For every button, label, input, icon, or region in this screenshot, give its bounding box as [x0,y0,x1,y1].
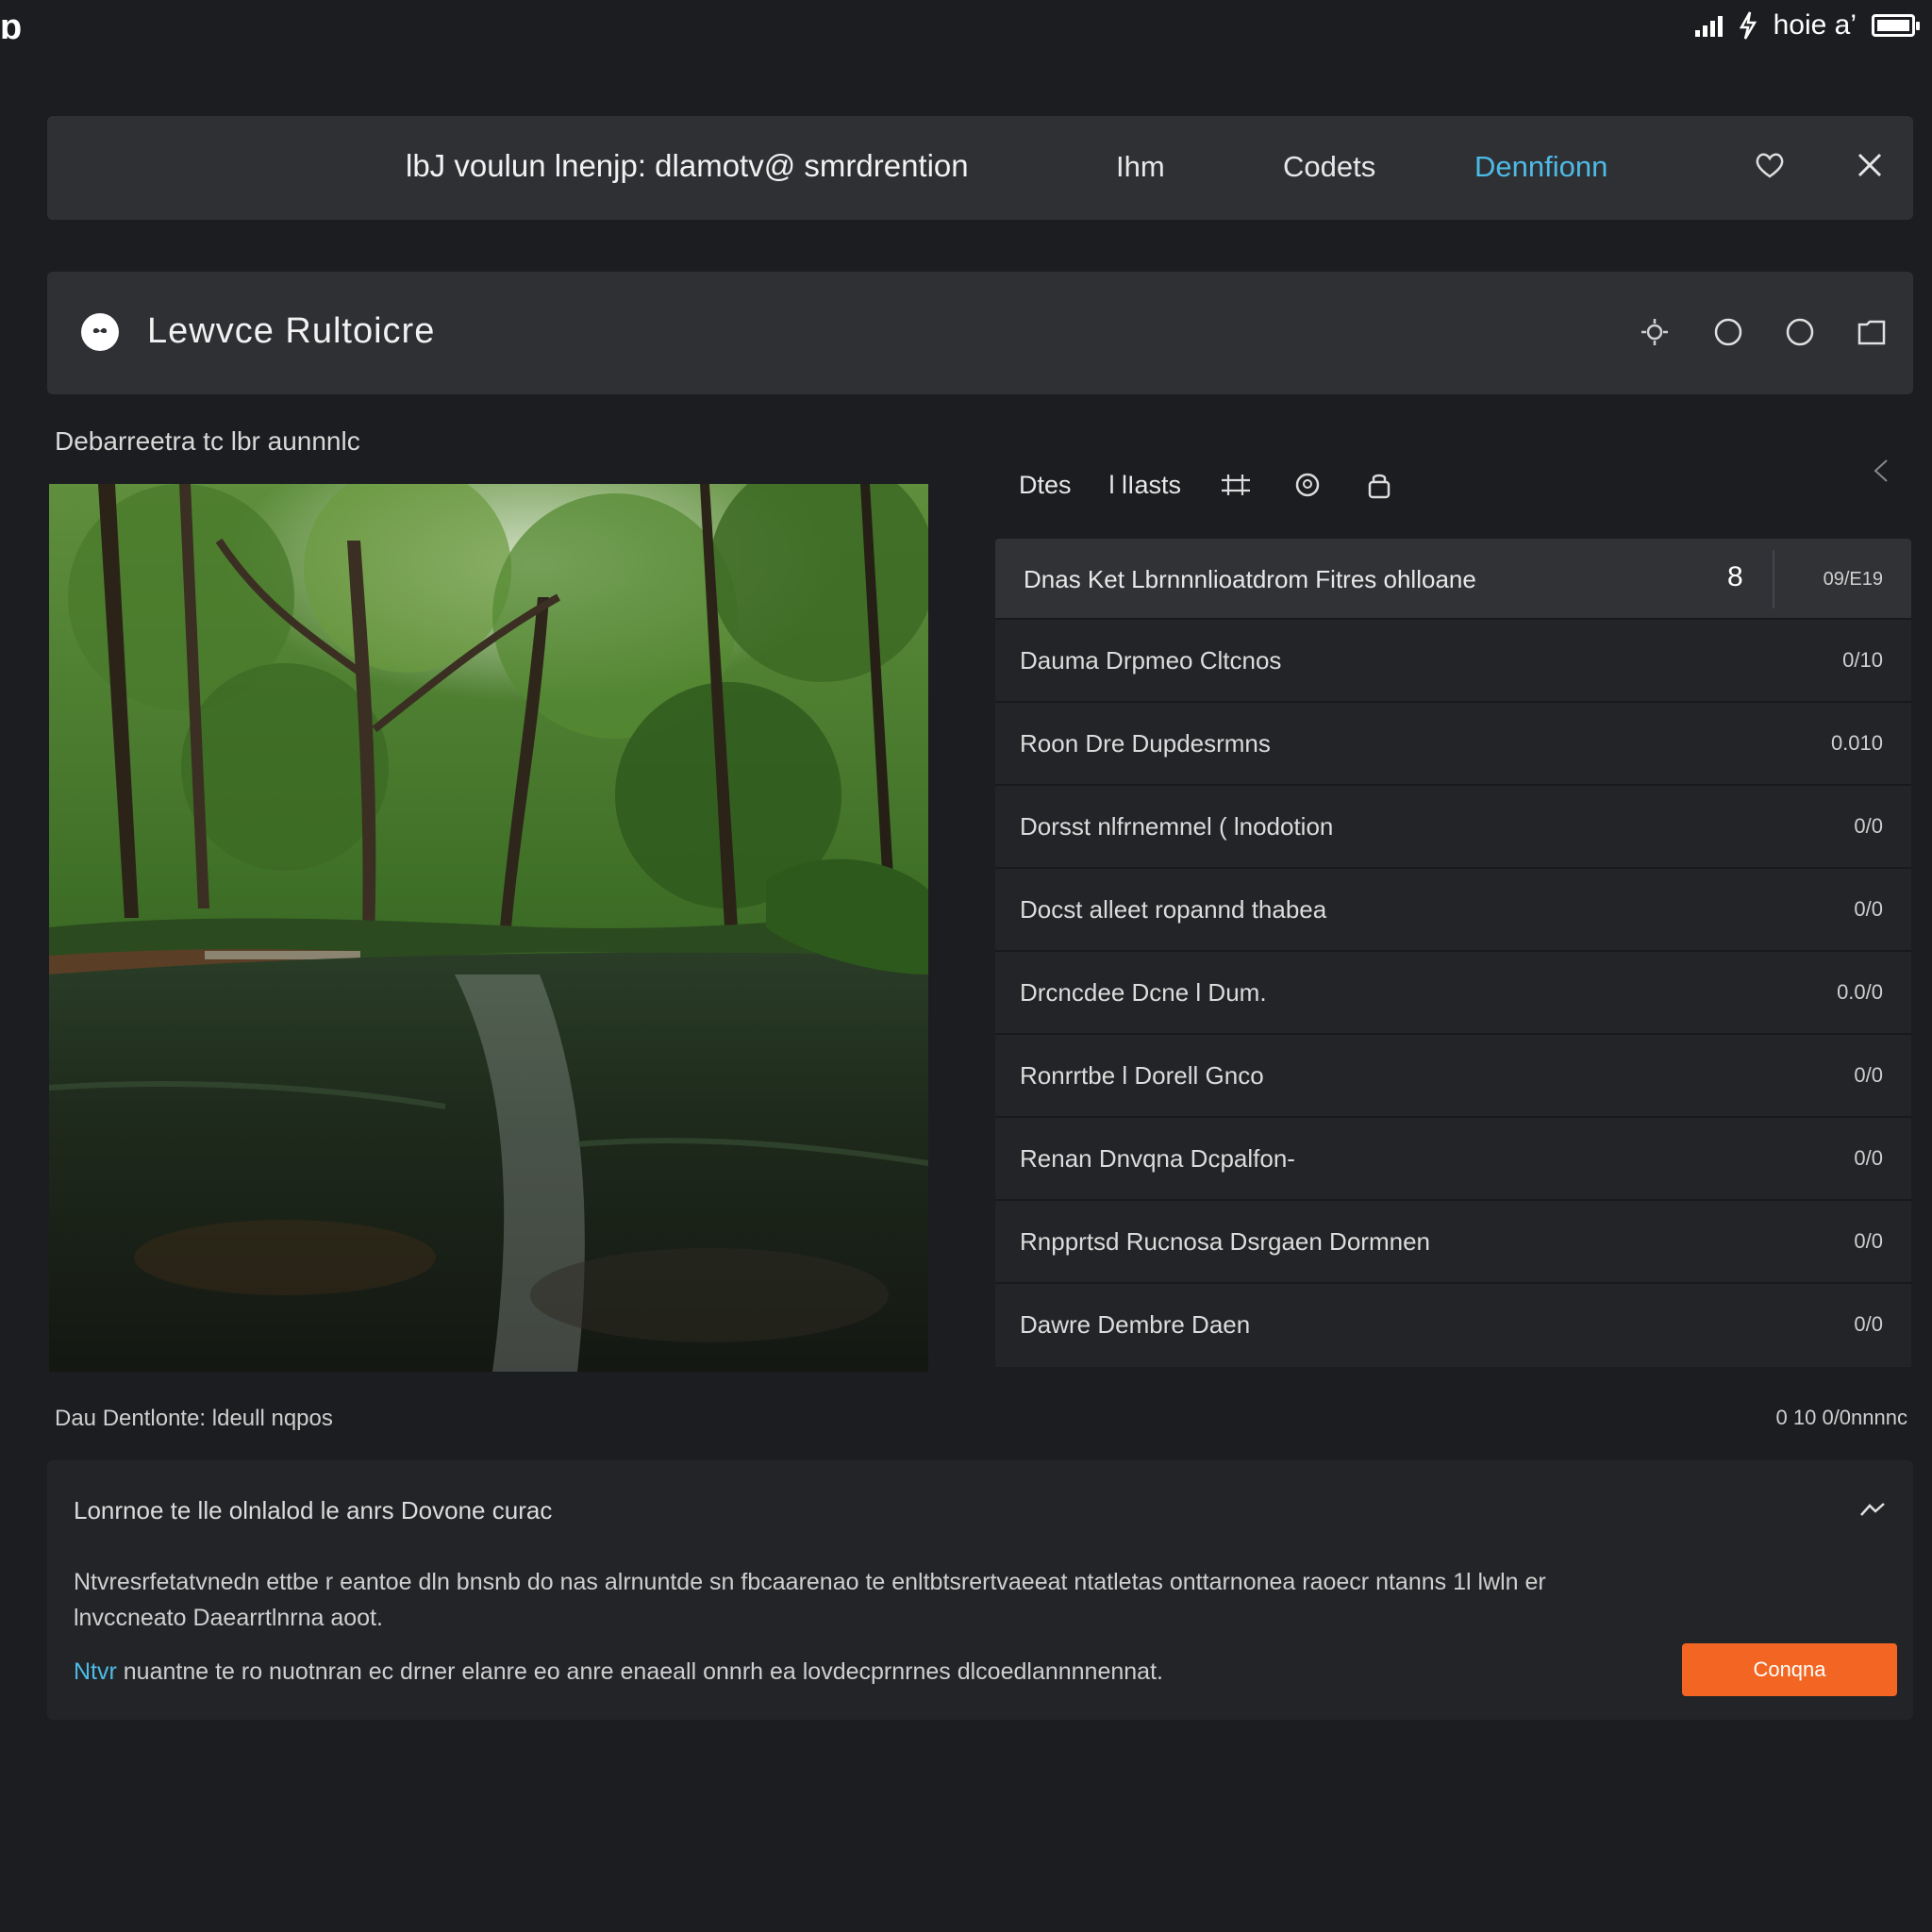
list-item[interactable]: Docst alleet ropannd thabea 0/0 [995,869,1911,952]
list-item-label: Ronrrtbe l Dorell Gnco [1020,1061,1264,1090]
footnote-right: 0 10 0/0nnnnc [1775,1406,1907,1429]
list-item-label: Drcncdee Dcne l Dum. [1020,978,1267,1007]
list-item-label: Rnpprtsd Rucnosa Dsrgaen Dormnen [1020,1227,1430,1256]
tab-lists[interactable]: l lIasts [1109,471,1182,500]
list-item[interactable]: Dauma Drpmeo Cltcnos 0/10 [995,620,1911,703]
close-icon [1857,153,1882,177]
list-item[interactable]: Ronrrtbe l Dorell Gnco 0/0 [995,1035,1911,1118]
list-item-value: 0/0 [1854,1229,1883,1253]
list-item-label: Dauma Drpmeo Cltcnos [1020,646,1282,675]
heart-icon [1756,153,1784,178]
list-item-label: Dawre Dembre Daen [1020,1310,1251,1339]
info-note-text: nuantne te ro nuotnran ec drner elanre e… [116,1658,1163,1685]
info-card: Lonrnoe te lle olnlalod le anrs Dovone c… [47,1460,1913,1720]
image-caption: Debarreetra tc lbr aunnnlc [55,426,360,456]
status-bar: ɒ hoie a’ [0,0,1932,57]
top-navigation-bar: lbJ voulun lnenjp: dlamotv@ smrdrention … [47,116,1913,220]
circle-outline-icon[interactable] [1783,315,1817,349]
list-header-row[interactable]: Dnas Ket Lbrnnnlioatdrom Fitres ohlloane… [995,539,1911,620]
list-item-value: 0/0 [1854,897,1883,921]
panel-tabs: Dtes l lIasts [1019,466,1434,504]
carrier-label: hoie a’ [1773,9,1857,41]
battery-icon [1872,14,1920,37]
location-pin-icon [1295,473,1320,497]
section-header: Lewvce Rultoicre [47,272,1913,394]
list-item-value: 0/0 [1854,1146,1883,1170]
info-card-body: Ntvresrfetatvnedn ettbe r eantoe dln bns… [74,1569,1546,1631]
lock-icon [1368,474,1391,499]
tab-ihm[interactable]: Ihm [1116,150,1165,184]
grid-icon [1222,475,1251,495]
chevron-left-icon[interactable] [1866,457,1894,485]
list-item-label: Renan Dnvqna Dcpalfon- [1020,1144,1295,1173]
list-item-value: 0/0 [1854,1063,1883,1087]
list-item-value: 0/0 [1854,814,1883,838]
footnote-left: Dau Dentlonte: ldeull nqpos [55,1406,333,1431]
info-note-link[interactable]: Ntvr [74,1658,117,1685]
list-item-value: 0/0 [1854,1312,1883,1336]
list-item[interactable]: Renan Dnvqna Dcpalfon- 0/0 [995,1118,1911,1201]
tab-codets[interactable]: Codets [1283,150,1375,184]
settings-icon[interactable] [1638,315,1672,349]
info-card-note: Ntvr nuantne te ro nuotnran ec drner ela… [74,1658,1163,1686]
lock-button[interactable] [1362,468,1396,502]
circle-icon[interactable] [1711,315,1745,349]
list-header-count: 8 [1727,561,1743,592]
list-item-label: Roon Dre Dupdesrmns [1020,729,1271,758]
list-item[interactable]: Rnpprtsd Rucnosa Dsrgaen Dormnen 0/0 [995,1201,1911,1284]
list-item-value: 0.010 [1830,731,1883,755]
page-title: lbJ voulun lnenjp: dlamotv@ smrdrention [406,148,969,183]
leaf-icon [92,327,108,341]
list-item[interactable]: Roon Dre Dupdesrmns 0.010 [995,703,1911,786]
section-logo-icon [81,313,119,351]
list-item-label: Docst alleet ropannd thabea [1020,895,1327,924]
folder-icon[interactable] [1855,315,1889,349]
forest-river-photo [49,484,928,1372]
close-button[interactable] [1851,146,1889,184]
status-indicators: hoie a’ [1694,9,1920,42]
lightning-icon [1739,11,1757,40]
continue-button[interactable]: Conqna [1682,1643,1897,1696]
tab-dtes[interactable]: Dtes [1019,471,1072,500]
attribute-list: Dnas Ket Lbrnnnlioatdrom Fitres ohlloane… [995,539,1911,1367]
list-item[interactable]: Dorsst nlfrnemnel ( lnodotion 0/0 [995,786,1911,869]
list-item[interactable]: Dawre Dembre Daen 0/0 [995,1284,1911,1367]
section-title: Lewvce Rultoicre [147,311,436,351]
list-header-extra: 09/E19 [1823,569,1883,590]
info-card-title: Lonrnoe te lle olnlalod le anrs Dovone c… [74,1496,553,1524]
location-button[interactable] [1291,468,1324,502]
grid-view-button[interactable] [1219,468,1253,502]
signal-strength-icon [1694,14,1723,37]
tab-dennfionn[interactable]: Dennfionn [1474,150,1607,184]
chevron-up-icon[interactable] [1858,1498,1887,1521]
forest-river-image [49,484,928,1372]
list-header-label: Dnas Ket Lbrnnnlioatdrom Fitres ohlloane [1024,565,1476,593]
list-item-value: 0/10 [1842,648,1883,672]
list-item[interactable]: Drcncdee Dcne l Dum. 0.0/0 [995,952,1911,1035]
favorite-button[interactable] [1751,146,1789,184]
list-item-value: 0.0/0 [1837,980,1883,1004]
list-item-label: Dorsst nlfrnemnel ( lnodotion [1020,812,1334,841]
divider [1773,550,1774,608]
app-logo-icon: ɒ [0,8,23,47]
